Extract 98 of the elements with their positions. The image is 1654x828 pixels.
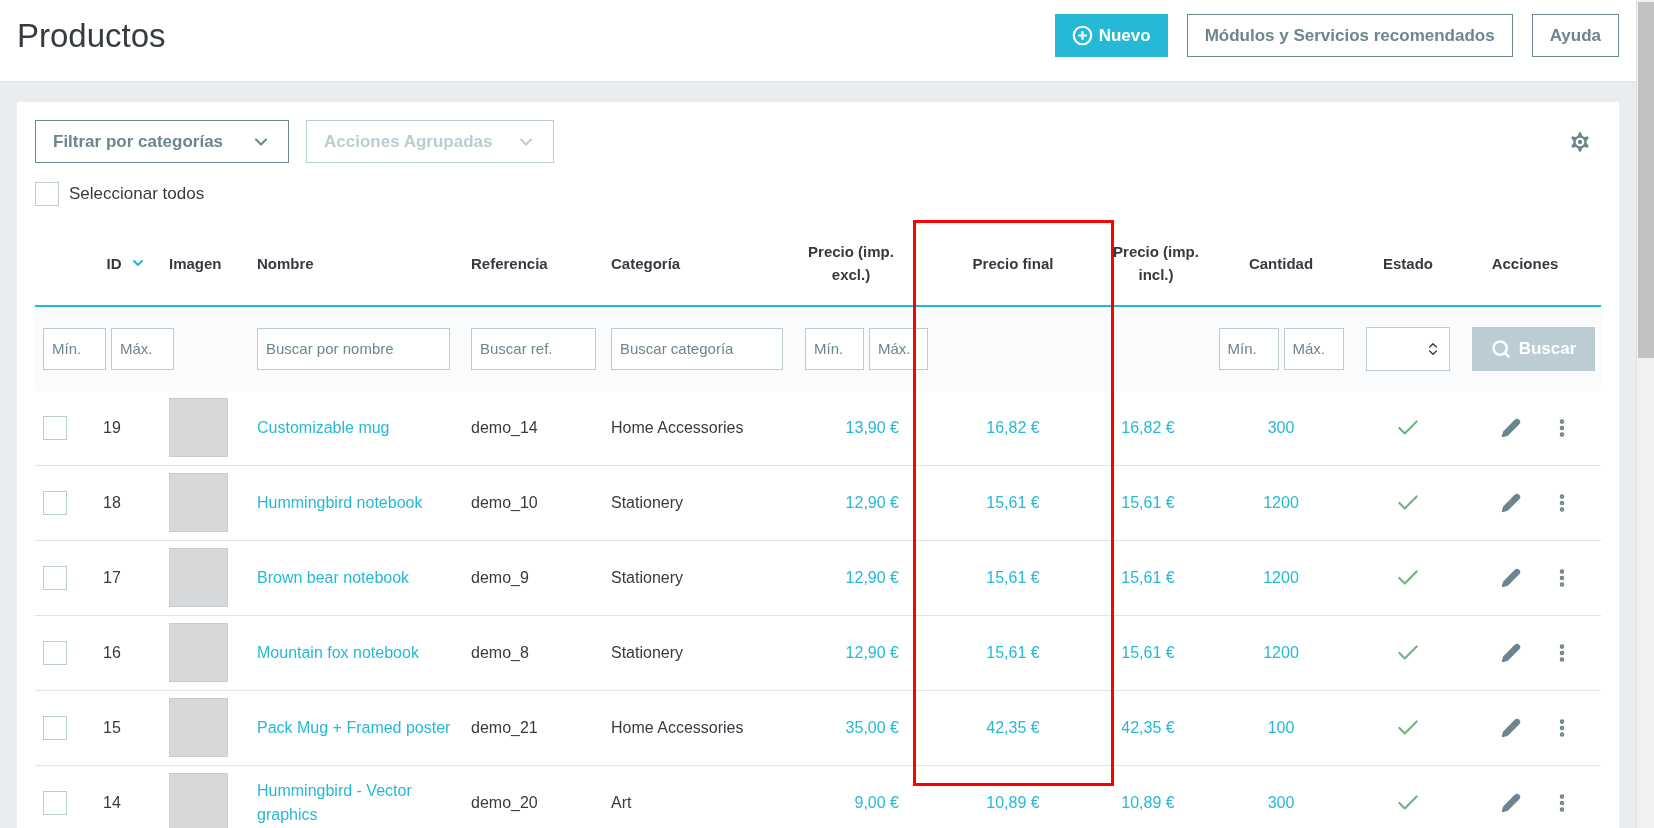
column-header[interactable]: Referencia [471,251,548,275]
row-checkbox[interactable] [43,640,67,665]
id-cell-text: 14 [102,792,122,813]
filter-field[interactable]: Máx. [1283,327,1344,370]
filter-field[interactable]: Buscar categoría [611,327,783,370]
product-name-link[interactable]: Hummingbird notebook [257,490,471,515]
filter-field[interactable]: Buscar ref. [471,327,596,370]
column-header[interactable]: Imagen [169,251,222,275]
quantity-link[interactable]: 300 [1267,415,1295,440]
reference-cell-text: demo_21 [471,717,539,738]
select-all-checkbox[interactable] [35,181,59,206]
reference-cell-text: demo_8 [471,642,530,663]
photo-placeholder [169,773,228,828]
price-link[interactable]: 15,61 € [1121,640,1175,665]
photo-placeholder [169,398,228,457]
price-link[interactable]: 42,35 € [986,715,1040,740]
category-cell-text: Stationery [611,642,685,663]
price-link[interactable]: 12,90 € [845,565,899,590]
filter-field[interactable]: Máx. [111,327,174,370]
category-cell-text: Stationery [611,567,685,588]
page-title: Productos [17,15,166,56]
category-cell-text: Home Accessories [611,717,745,738]
photo-placeholder [169,698,228,757]
edit-icon[interactable] [1501,792,1521,813]
price-link[interactable]: 12,90 € [845,640,899,665]
price-link[interactable]: 16,82 € [1121,415,1175,440]
edit-icon[interactable] [1501,567,1521,588]
category-cell-text: Art [611,792,633,813]
price-link[interactable]: 13,90 € [845,415,899,440]
column-header[interactable]: Precio final [972,251,1054,275]
product-name-link[interactable]: Pack Mug + Framed poster [257,715,471,740]
column-header[interactable]: Categoría [611,251,681,275]
edit-icon[interactable] [1501,642,1521,663]
quantity-link[interactable]: 1200 [1263,640,1299,665]
id-cell-text: 19 [102,417,122,438]
row-checkbox[interactable] [43,715,67,740]
column-header[interactable]: Precio (imp. incl.) [1111,240,1201,286]
photo-placeholder [169,548,228,607]
edit-icon[interactable] [1501,492,1521,513]
reference-cell-text: demo_10 [471,492,539,513]
row-checkbox[interactable] [43,490,67,515]
product-name-link[interactable]: Customizable mug [257,415,471,440]
column-header[interactable]: ID [106,251,146,275]
filter-field[interactable]: Mín. [1218,327,1279,370]
plus-circle-icon [1071,25,1093,46]
quantity-link[interactable]: 1200 [1263,565,1299,590]
filter-field[interactable]: Mín. [805,327,864,370]
filter-field[interactable]: Buscar por nombre [257,327,450,370]
select-all-label: Seleccionar todos [69,183,205,205]
category-cell-text: Home Accessories [611,417,745,438]
search-icon [1490,338,1511,359]
price-link[interactable]: 10,89 € [1121,790,1175,815]
search-button[interactable]: Buscar [1472,326,1595,371]
category-cell-text: Stationery [611,492,685,513]
id-cell-text: 18 [102,492,122,513]
quantity-link[interactable]: 300 [1267,790,1295,815]
price-link[interactable]: 9,00 € [854,790,899,815]
row-checkbox[interactable] [43,790,67,815]
price-link[interactable]: 10,89 € [986,790,1040,815]
column-header[interactable]: Precio (imp. excl.) [801,240,901,286]
price-link[interactable]: 15,61 € [986,490,1040,515]
id-cell-text: 15 [102,717,122,738]
price-link[interactable]: 16,82 € [986,415,1040,440]
reference-cell-text: demo_9 [471,567,530,588]
scrollbar-thumb[interactable] [1637,2,1654,358]
reference-cell-text: demo_14 [471,417,539,438]
column-header[interactable]: Estado [1383,251,1433,275]
product-name-link[interactable]: Brown bear notebook [257,565,471,590]
price-link[interactable]: 15,61 € [986,640,1040,665]
reference-cell-text: demo_20 [471,792,539,813]
product-name-link[interactable]: Hummingbird - Vector graphics [257,778,471,827]
id-cell-text: 16 [102,642,122,663]
quantity-link[interactable]: 1200 [1263,490,1299,515]
photo-placeholder [169,623,228,682]
row-checkbox[interactable] [43,565,67,590]
price-link[interactable]: 35,00 € [845,715,899,740]
row-checkbox[interactable] [43,415,67,440]
header-button[interactable]: Ayuda [1531,14,1619,57]
price-link[interactable]: 15,61 € [986,565,1040,590]
edit-icon[interactable] [1501,717,1521,738]
price-link[interactable]: 15,61 € [1121,490,1175,515]
category-filter-dropdown[interactable]: Filtrar por categorías [35,120,289,163]
product-name-link[interactable]: Mountain fox notebook [257,640,471,665]
quantity-link[interactable]: 100 [1267,715,1295,740]
column-header[interactable]: Cantidad [1248,251,1314,275]
price-link[interactable]: 42,35 € [1121,715,1175,740]
new-button[interactable]: Nuevo [1054,14,1168,57]
edit-icon[interactable] [1501,417,1521,438]
price-link[interactable]: 15,61 € [1121,565,1175,590]
column-header[interactable]: Acciones [1491,251,1559,275]
filter-field[interactable]: Máx. [869,327,928,370]
filter-field[interactable]: Mín. [43,327,106,370]
header-button[interactable]: Módulos y Servicios recomendados [1186,14,1513,57]
id-cell-text: 17 [102,567,122,588]
status-select[interactable] [1366,326,1450,371]
column-header[interactable]: Nombre [257,251,314,275]
photo-placeholder [169,473,228,532]
price-link[interactable]: 12,90 € [845,490,899,515]
